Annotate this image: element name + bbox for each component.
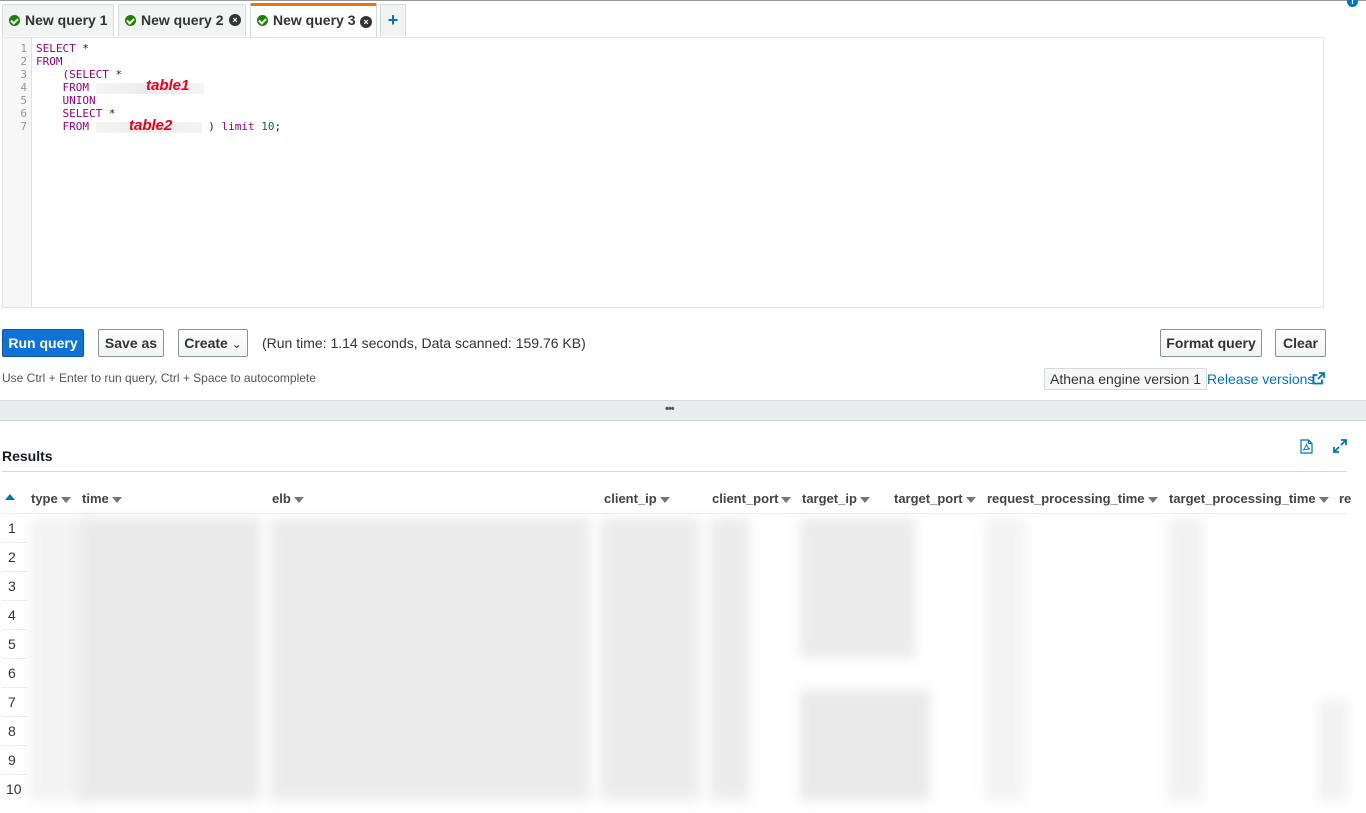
blurred-cells bbox=[800, 690, 930, 800]
external-link-icon[interactable] bbox=[1312, 372, 1325, 385]
row-divider bbox=[2, 716, 27, 717]
sort-caret-icon bbox=[111, 496, 122, 503]
row-number: 5 bbox=[8, 636, 16, 652]
column-header-target-processing-time[interactable]: target_processing_time bbox=[1169, 491, 1329, 506]
plus-icon: + bbox=[387, 10, 399, 30]
column-header-target-port[interactable]: target_port bbox=[894, 491, 976, 506]
create-dropdown-button[interactable]: Create ⌄ bbox=[178, 329, 248, 357]
sort-ascending-icon[interactable] bbox=[5, 494, 15, 500]
sort-caret-icon bbox=[1318, 496, 1329, 503]
blurred-cells bbox=[270, 518, 590, 800]
code-line-1: SELECT * bbox=[36, 42, 89, 55]
sort-caret-icon bbox=[60, 496, 71, 503]
top-border bbox=[0, 0, 1366, 1]
code-line-2: FROM bbox=[36, 55, 63, 68]
clear-button[interactable]: Clear bbox=[1275, 329, 1326, 357]
info-icon[interactable]: i bbox=[1347, 0, 1358, 7]
row-number: 2 bbox=[8, 549, 16, 565]
create-label: Create bbox=[184, 335, 228, 351]
blurred-cells bbox=[80, 518, 260, 800]
line-number: 2 bbox=[20, 55, 27, 68]
blurred-cells bbox=[600, 518, 700, 800]
column-header-type[interactable]: type bbox=[31, 491, 71, 506]
format-query-button[interactable]: Format query bbox=[1160, 329, 1262, 357]
tab-new-query-2[interactable]: New query 2 × bbox=[118, 4, 246, 36]
row-number: 9 bbox=[8, 752, 16, 768]
run-time-status: (Run time: 1.14 seconds, Data scanned: 1… bbox=[262, 335, 586, 351]
line-number: 3 bbox=[20, 68, 27, 81]
table2-annotation: table2 bbox=[129, 117, 173, 134]
release-versions-link[interactable]: Release versions bbox=[1207, 371, 1314, 387]
sort-caret-icon bbox=[293, 496, 304, 503]
tab-label: New query 2 bbox=[141, 12, 224, 28]
row-divider bbox=[2, 542, 27, 543]
row-divider bbox=[2, 571, 27, 572]
column-header-elb[interactable]: elb bbox=[272, 491, 304, 506]
row-number: 10 bbox=[6, 781, 22, 797]
column-header-time[interactable]: time bbox=[82, 491, 122, 506]
run-query-button[interactable]: Run query bbox=[2, 329, 84, 357]
blurred-cells bbox=[710, 518, 750, 800]
row-divider bbox=[2, 629, 27, 630]
expand-icon[interactable] bbox=[1333, 439, 1347, 453]
row-number: 8 bbox=[8, 723, 16, 739]
row-number: 1 bbox=[8, 520, 16, 536]
row-divider bbox=[2, 658, 27, 659]
sort-caret-icon bbox=[965, 496, 976, 503]
row-number: 7 bbox=[8, 694, 16, 710]
check-circle-icon bbox=[125, 15, 136, 26]
check-circle-icon bbox=[9, 15, 20, 26]
engine-version-badge: Athena engine version 1 bbox=[1044, 368, 1207, 390]
column-header-target-ip[interactable]: target_ip bbox=[802, 491, 870, 506]
code-line-3: (SELECT * bbox=[36, 68, 123, 81]
keyboard-hint: Use Ctrl + Enter to run query, Ctrl + Sp… bbox=[2, 371, 316, 385]
column-header-client-ip[interactable]: client_ip bbox=[604, 491, 670, 506]
row-divider bbox=[2, 687, 27, 688]
tab-label: New query 3 bbox=[273, 12, 356, 28]
row-number: 4 bbox=[8, 607, 16, 623]
code-line-5: UNION bbox=[36, 94, 96, 107]
line-number: 5 bbox=[20, 94, 27, 107]
line-number: 4 bbox=[20, 81, 27, 94]
query-editor[interactable]: 1 2 3 4 5 6 7 SELECT * FROM (SELECT * FR… bbox=[2, 37, 1324, 308]
results-title: Results bbox=[2, 448, 53, 464]
code-line-6: SELECT * bbox=[36, 107, 116, 120]
add-tab-button[interactable]: + bbox=[380, 4, 406, 36]
pane-splitter[interactable]: ••• bbox=[0, 400, 1366, 421]
blurred-cells bbox=[800, 518, 915, 658]
drag-handle-icon: ••• bbox=[665, 403, 675, 415]
row-divider bbox=[2, 745, 27, 746]
sort-caret-icon bbox=[859, 496, 870, 503]
column-header-truncated[interactable]: re bbox=[1339, 491, 1366, 506]
line-number-gutter: 1 2 3 4 5 6 7 bbox=[3, 38, 32, 307]
sort-caret-icon bbox=[781, 496, 792, 503]
row-number: 3 bbox=[8, 578, 16, 594]
row-number: 6 bbox=[8, 665, 16, 681]
pdf-download-icon[interactable] bbox=[1300, 439, 1313, 454]
column-header-request-processing-time[interactable]: request_processing_time bbox=[987, 491, 1158, 506]
close-icon[interactable]: × bbox=[229, 14, 241, 26]
tab-new-query-1[interactable]: New query 1 bbox=[2, 4, 114, 36]
tab-label: New query 1 bbox=[25, 12, 108, 28]
sort-caret-icon bbox=[659, 496, 670, 503]
row-divider bbox=[2, 774, 27, 775]
sort-caret-icon bbox=[1147, 496, 1158, 503]
table1-annotation: table1 bbox=[146, 77, 190, 94]
close-icon[interactable]: × bbox=[360, 16, 372, 28]
tab-new-query-3[interactable]: New query 3 × bbox=[250, 3, 377, 37]
chevron-down-icon: ⌄ bbox=[231, 337, 242, 351]
column-header-client-port[interactable]: client_port bbox=[712, 491, 792, 506]
results-divider bbox=[2, 471, 1347, 472]
blurred-cells bbox=[985, 518, 1025, 800]
line-number: 6 bbox=[20, 107, 27, 120]
line-number: 7 bbox=[20, 120, 27, 133]
blurred-cells bbox=[1168, 518, 1203, 800]
header-divider bbox=[2, 513, 1347, 514]
blurred-cells bbox=[1318, 700, 1348, 800]
check-circle-icon bbox=[257, 15, 268, 26]
row-divider bbox=[2, 600, 27, 601]
line-number: 1 bbox=[20, 42, 27, 55]
save-as-button[interactable]: Save as bbox=[98, 329, 164, 357]
